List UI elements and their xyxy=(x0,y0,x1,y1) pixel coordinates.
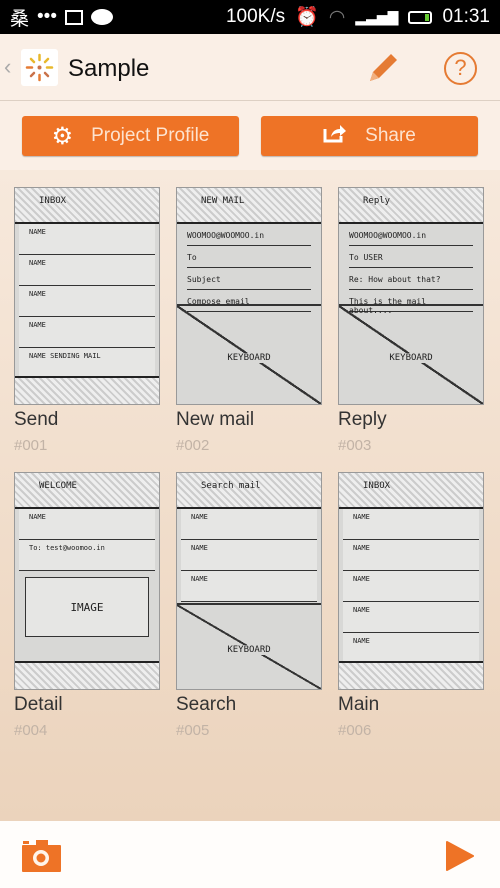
sketch-row: NAME SENDING MAIL xyxy=(19,348,155,379)
screen-name: Search xyxy=(176,694,237,715)
screen-card[interactable]: NEW MAIL WOOMOO@WOOMOO.in To Subject Compose… xyxy=(176,187,322,454)
sketch-row: NAME xyxy=(19,224,155,255)
screen-thumbnail[interactable]: WELCOME NAME To: test@woomoo.in IMAGE xyxy=(14,472,160,690)
sketch-row: NAME xyxy=(181,571,317,602)
gear-icon: ⚙ xyxy=(51,122,74,150)
battery-icon xyxy=(408,10,433,24)
screen-card[interactable]: WELCOME NAME To: test@woomoo.in IMAGE Detai… xyxy=(14,472,160,739)
app-logo-icon[interactable] xyxy=(21,49,58,86)
share-label: Share xyxy=(365,125,416,146)
screen-grid: INBOX NAME NAME NAME NAME NAME SENDING MAIL S… xyxy=(0,170,500,821)
sketch-keyboard: KEYBOARD xyxy=(177,603,321,689)
screen-card[interactable]: INBOX NAME NAME NAME NAME NAME Main #006 xyxy=(338,472,484,739)
screen-name: Main xyxy=(338,694,380,715)
wechat-icon xyxy=(90,9,113,25)
screen-id: #004 xyxy=(14,722,48,739)
clock: 01:31 xyxy=(442,6,490,27)
sketch-field: Re: How about that? xyxy=(349,268,473,290)
screen-id: #005 xyxy=(176,722,210,739)
screen-thumbnail[interactable]: INBOX NAME NAME NAME NAME NAME xyxy=(338,472,484,690)
sketch-toolbar xyxy=(15,661,159,689)
sketch-row: NAME xyxy=(343,633,479,664)
screen-id: #006 xyxy=(338,722,372,739)
wifi-icon: ◠ xyxy=(328,6,346,28)
screen-id: #001 xyxy=(14,437,48,454)
screen-card[interactable]: Reply WOOMOO@WOOMOO.in To USER Re: How abou… xyxy=(338,187,484,454)
pencil-icon[interactable] xyxy=(366,49,402,90)
sketch-row: NAME xyxy=(19,286,155,317)
status-bar: 桑 ••• 100K/s ⏰ ◠ ▂▃▅▇ 01:31 xyxy=(0,0,500,34)
screen-thumbnail[interactable]: INBOX NAME NAME NAME NAME NAME SENDING MAIL xyxy=(14,187,160,405)
sketch-header: INBOX xyxy=(339,473,483,509)
sketch-row: NAME xyxy=(19,255,155,286)
sketch-keyboard: KEYBOARD xyxy=(177,304,321,404)
screen-name: Detail xyxy=(14,694,63,715)
screen-name: New mail xyxy=(176,409,255,430)
sketch-row: NAME xyxy=(343,540,479,571)
sketch-field: To USER xyxy=(349,246,473,268)
sketch-field: Subject xyxy=(187,268,311,290)
sketch-row: To: test@woomoo.in xyxy=(19,540,155,571)
share-button[interactable]: Share xyxy=(261,116,478,156)
sketch-header: WELCOME xyxy=(15,473,159,509)
screen-card[interactable]: INBOX NAME NAME NAME NAME NAME SENDING MAIL S… xyxy=(14,187,160,454)
signal-icon: ▂▃▅▇ xyxy=(355,8,399,25)
sketch-image: IMAGE xyxy=(25,577,149,637)
network-speed: 100K/s xyxy=(225,6,286,27)
sketch-row: NAME xyxy=(181,509,317,540)
carrier: 桑 xyxy=(10,8,30,30)
screen-thumbnail[interactable]: Search mail NAME NAME NAME KEYBOARD xyxy=(176,472,322,690)
back-button[interactable]: ‹ xyxy=(4,54,11,80)
dots: ••• xyxy=(37,6,57,27)
sketch-row: NAME xyxy=(343,571,479,602)
project-profile-label: Project Profile xyxy=(91,125,210,146)
share-icon xyxy=(323,123,347,149)
sketch-field: WOOMOO@WOOMOO.in xyxy=(187,224,311,246)
screen-card[interactable]: Search mail NAME NAME NAME KEYBOARD Search #… xyxy=(176,472,322,739)
screen-name: Reply xyxy=(338,409,387,430)
sketch-row: NAME xyxy=(343,509,479,540)
sketch-toolbar xyxy=(339,661,483,689)
sketch-row: NAME xyxy=(19,509,155,540)
help-icon[interactable]: ? xyxy=(444,52,477,85)
sketch-header: Search mail xyxy=(177,473,321,509)
sketch-header: INBOX xyxy=(15,188,159,224)
app-bar: ‹ Sample ? xyxy=(0,34,500,101)
action-bar: ⚙ Project Profile Share xyxy=(0,101,500,170)
sketch-field: WOOMOO@WOOMOO.in xyxy=(349,224,473,246)
sketch-keyboard-label: KEYBOARD xyxy=(371,353,451,364)
camera-icon[interactable] xyxy=(22,839,62,878)
sketch-toolbar xyxy=(15,376,159,404)
alarm-icon: ⏰ xyxy=(295,7,319,28)
sketch-keyboard-label: KEYBOARD xyxy=(209,645,289,656)
bottom-bar xyxy=(0,821,500,888)
screen-id: #003 xyxy=(338,437,372,454)
project-profile-button[interactable]: ⚙ Project Profile xyxy=(22,116,239,156)
sketch-keyboard: KEYBOARD xyxy=(339,304,483,404)
sketch-row: NAME xyxy=(181,540,317,571)
sketch-row: NAME xyxy=(343,602,479,633)
page-title: Sample xyxy=(68,55,150,82)
screen-id: #002 xyxy=(176,437,210,454)
screen-thumbnail[interactable]: Reply WOOMOO@WOOMOO.in To USER Re: How abou… xyxy=(338,187,484,405)
image-icon xyxy=(64,9,83,25)
sketch-header: NEW MAIL xyxy=(177,188,321,224)
sketch-keyboard-label: KEYBOARD xyxy=(209,353,289,364)
screen-name: Send xyxy=(14,409,59,430)
screen-thumbnail[interactable]: NEW MAIL WOOMOO@WOOMOO.in To Subject Compose… xyxy=(176,187,322,405)
sketch-field: To xyxy=(187,246,311,268)
sketch-row: NAME xyxy=(19,317,155,348)
sketch-header: Reply xyxy=(339,188,483,224)
play-icon[interactable] xyxy=(446,840,474,877)
